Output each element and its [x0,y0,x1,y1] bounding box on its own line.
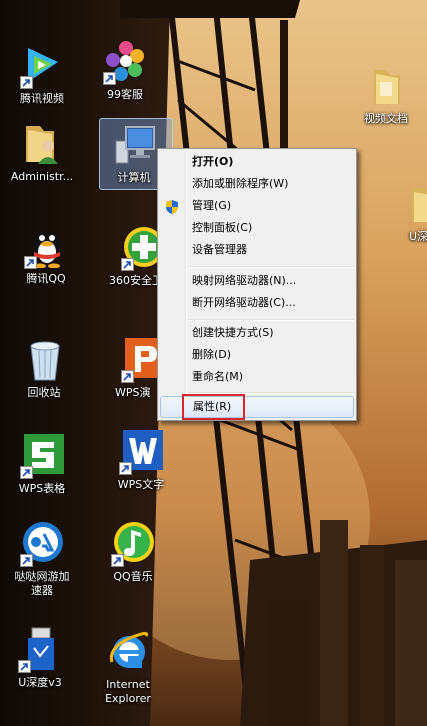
desktop-icon-99-service[interactable]: 99客服 [85,38,165,116]
menu-item-label: 添加或删除程序(W) [192,177,289,190]
desktop-icon-label: QQ音乐 [113,570,153,583]
menu-item-control-panel[interactable]: 控制面板(C) [160,218,354,240]
folder-icon [374,70,400,104]
shortcut-arrow-icon [121,258,134,271]
shortcut-arrow-icon [119,462,132,475]
desktop-icon-label: 视频文档 [364,112,408,125]
shortcut-arrow-icon [20,76,33,89]
shortcut-arrow-icon [20,554,33,567]
menu-item-device-manager[interactable]: 设备管理器 [160,240,354,262]
shortcut-arrow-icon [103,72,116,85]
folder-icon [412,188,427,222]
shortcut-arrow-icon [121,370,134,383]
desktop-icon-qq-music[interactable]: QQ音乐 [93,520,173,598]
desktop-icon-tencent-video[interactable]: 腾讯视频 [2,42,82,120]
shortcut-arrow-icon [18,660,31,673]
menu-separator [188,392,354,394]
menu-item-label: 断开网络驱动器(C)... [192,296,296,309]
menu-item-label: 控制面板(C) [192,221,253,234]
desktop-icon-internet-explorer[interactable]: Internet Explorer [88,628,168,706]
menu-item-label: 映射网络驱动器(N)... [192,274,297,287]
menu-item-label: 设备管理器 [192,243,247,256]
menu-item-label: 删除(D) [192,348,232,361]
desktop-icon-label: U深度v3 [18,676,62,689]
desktop-icon-label: Internet Explorer [105,678,151,705]
desktop-icon-label: U深度 [408,230,427,243]
menu-item-add-remove-programs[interactable]: 添加或删除程序(W) [160,174,354,196]
desktop-icon-administrator[interactable]: Administr... [2,120,82,198]
menu-item-map-network-drive[interactable]: 映射网络驱动器(N)... [160,271,354,293]
desktop-icon-wps-writer[interactable]: WPS文字 [101,428,181,506]
menu-item-label: 重命名(M) [192,370,244,383]
desktop-icon-label: WPS表格 [18,482,66,495]
recycle-bin-icon [30,341,60,381]
menu-item-create-shortcut[interactable]: 创建快捷方式(S) [160,323,354,345]
menu-item-manage[interactable]: 管理(G) [160,196,354,218]
menu-item-label: 属性(R) [193,400,232,413]
internet-explorer-icon [109,631,149,668]
desktop-icon-wps-spreadsheet[interactable]: WPS表格 [2,432,82,510]
menu-item-delete[interactable]: 删除(D) [160,345,354,367]
menu-separator [188,319,354,321]
desktop-icon-tencent-qq[interactable]: 腾讯QQ [6,222,86,300]
user-folder-icon [26,126,58,164]
desktop-icon-label: 99客服 [107,88,143,101]
uac-shield-icon [166,200,178,214]
desktop-icon-label: 腾讯视频 [20,92,64,105]
menu-item-open[interactable]: 打开(O) [160,152,354,174]
computer-icon [115,126,155,164]
desktop-icon-label: 哒哒网游加 速器 [14,570,70,597]
shortcut-arrow-icon [20,466,33,479]
desktop-icon-u-shendu-v3[interactable]: U深度v3 [0,626,80,704]
desktop-icon-label: 回收站 [27,386,61,399]
desktop-icon-recycle-bin[interactable]: 回收站 [4,336,84,414]
menu-item-properties[interactable]: 属性(R) [160,396,354,418]
desktop-icon-label: Administr... [10,170,74,183]
shortcut-arrow-icon [24,256,37,269]
shortcut-arrow-icon [111,554,124,567]
desktop-icon-label: WPS文字 [117,478,165,491]
desktop-icon-video-docs[interactable]: 视频文档 [346,62,426,140]
desktop-icon-dada-accelerator[interactable]: 哒哒网游加 速器 [2,520,82,598]
context-menu: 打开(O) 添加或删除程序(W) 管理(G) 控制面板(C) 设备管理器 映射网… [157,148,357,421]
menu-item-label: 创建快捷方式(S) [192,326,274,339]
menu-item-label: 打开(O) [192,155,234,168]
menu-item-disconnect-network-drive[interactable]: 断开网络驱动器(C)... [160,293,354,315]
desktop-icon-label: 腾讯QQ [26,272,66,285]
menu-separator [188,266,354,268]
menu-item-rename[interactable]: 重命名(M) [160,367,354,389]
menu-item-label: 管理(G) [192,199,232,212]
desktop-icon-u-shendu-folder[interactable]: U深度 [384,180,427,258]
